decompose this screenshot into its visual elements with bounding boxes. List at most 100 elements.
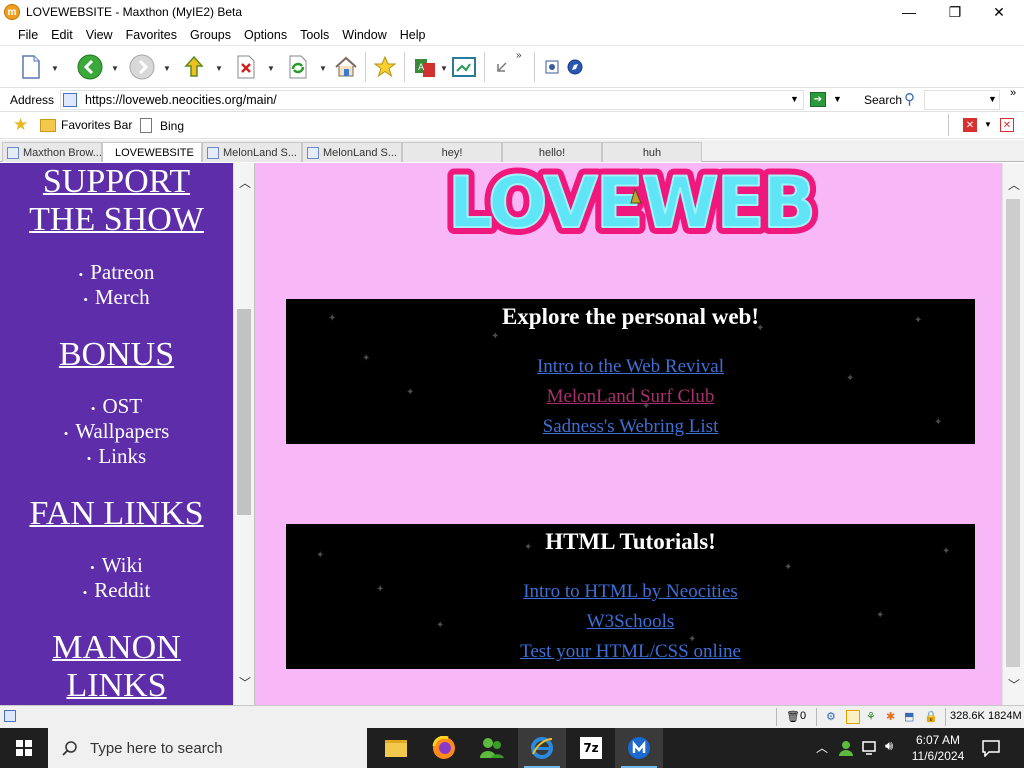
tab-melonland-1[interactable]: MelonLand S... (202, 142, 302, 162)
tab-melonland-2[interactable]: MelonLand S... (302, 142, 402, 162)
link-melonland-surf-club[interactable]: MelonLand Surf Club (286, 386, 975, 408)
fan-links-heading[interactable]: FAN LINKS (0, 495, 233, 533)
favorites-star-icon[interactable]: ★ (13, 115, 28, 135)
link-sadness-webring-list[interactable]: Sadness's Webring List (286, 416, 975, 438)
refresh-button[interactable] (286, 54, 310, 80)
taskbar-maxthon[interactable] (615, 728, 663, 768)
home-button[interactable] (333, 54, 359, 80)
sidebar-link-reddit[interactable]: Reddit (0, 578, 233, 605)
forward-button[interactable] (128, 54, 156, 80)
close-tab-icon[interactable]: ✕ (963, 118, 977, 132)
close-dropdown-icon[interactable]: ▼ (984, 120, 992, 129)
scroll-up-arrow-icon[interactable]: ︿ (1003, 173, 1024, 195)
sidebar-scrollbar[interactable]: ︿ ﹀ (233, 163, 255, 705)
start-button[interactable] (0, 728, 48, 768)
trash-icon[interactable]: 🗑 (786, 710, 800, 723)
screenshot-button[interactable] (544, 54, 560, 80)
download-icon[interactable]: ⬒ (904, 710, 914, 723)
minimize-all-button[interactable] (492, 54, 512, 80)
tab-hey[interactable]: hey! (402, 142, 502, 162)
scroll-down-arrow-icon[interactable]: ﹀ (1003, 673, 1024, 695)
menu-window[interactable]: Window (342, 28, 386, 42)
tab-maxthon-browser[interactable]: Maxthon Brow... (2, 142, 102, 162)
favorites-button[interactable] (372, 54, 398, 80)
volume-icon[interactable]: 🔊︎ (885, 738, 893, 754)
tab-huh[interactable]: huh (602, 142, 702, 162)
notifications-icon[interactable] (982, 739, 1000, 757)
support-heading-line-2[interactable]: THE SHOW (0, 201, 233, 239)
menu-file[interactable]: File (18, 28, 38, 42)
lock-icon[interactable]: 🔒 (924, 710, 938, 723)
sidebar-link-links[interactable]: Links (0, 444, 233, 471)
tray-overflow-icon[interactable]: ︿ (816, 739, 828, 756)
translate-button[interactable]: A (412, 54, 440, 80)
flash-icon[interactable]: ✱ (886, 710, 895, 723)
maximize-button[interactable]: ❐ (932, 0, 978, 24)
menu-groups[interactable]: Groups (190, 28, 231, 42)
ad-hunter-icon[interactable]: ⚘ (866, 710, 876, 723)
toolbar-overflow-icon[interactable]: » (516, 50, 522, 61)
menu-tools[interactable]: Tools (300, 28, 329, 42)
sidebar-link-patreon[interactable]: Patreon (0, 260, 233, 287)
manon-links-heading-line-2[interactable]: LINKS (0, 667, 233, 705)
menu-edit[interactable]: Edit (51, 28, 73, 42)
maxthon-button[interactable] (566, 54, 584, 80)
network-icon[interactable] (862, 740, 880, 756)
popup-filter-icon[interactable] (846, 710, 860, 724)
taskbar-people[interactable] (468, 728, 516, 768)
bonus-heading[interactable]: BONUS (0, 336, 233, 374)
system-clock[interactable]: 6:07 AM 11/6/2024 (905, 732, 971, 764)
main-scroll-thumb[interactable] (1006, 199, 1020, 667)
link-intro-html-neocities[interactable]: Intro to HTML by Neocities (286, 581, 975, 603)
link-w3schools[interactable]: W3Schools (286, 611, 975, 633)
sidebar-link-ost[interactable]: OST (0, 394, 233, 421)
scroll-up-arrow-icon[interactable]: ︿ (234, 171, 256, 193)
stop-dropdown-icon[interactable]: ▼ (267, 64, 275, 73)
sidebar-scroll-thumb[interactable] (237, 309, 251, 515)
back-dropdown-icon[interactable]: ▼ (111, 64, 119, 73)
sidebar-link-merch[interactable]: Merch (0, 285, 233, 312)
address-input[interactable]: https://loveweb.neocities.org/main/ (60, 90, 804, 110)
link-test-html-css-online[interactable]: Test your HTML/CSS online (286, 641, 975, 663)
favorites-bar-folder[interactable]: Favorites Bar (40, 118, 132, 132)
sidebar-link-wiki[interactable]: Wiki (0, 553, 233, 580)
menu-options[interactable]: Options (244, 28, 287, 42)
search-dropdown-icon[interactable]: ▼ (988, 94, 997, 104)
taskbar-file-explorer[interactable] (372, 728, 420, 768)
taskbar-firefox[interactable] (420, 728, 468, 768)
menu-view[interactable]: View (86, 28, 113, 42)
picture-button[interactable] (451, 54, 477, 80)
support-heading-line-1[interactable]: SUPPORT (0, 163, 233, 201)
minimize-button[interactable]: — (886, 0, 932, 24)
translate-dropdown-icon[interactable]: ▼ (440, 64, 448, 73)
favorite-bing[interactable]: Bing (140, 118, 184, 133)
tab-hello[interactable]: hello! (502, 142, 602, 162)
taskbar-search-box[interactable]: Type here to search (48, 728, 367, 768)
menu-favorites[interactable]: Favorites (126, 28, 177, 42)
main-scrollbar[interactable]: ︿ ﹀ (1002, 163, 1024, 705)
search-magnifier-icon[interactable]: ⚲ (904, 90, 915, 108)
maxthon-app-icon[interactable]: m (4, 4, 20, 20)
address-url[interactable]: https://loveweb.neocities.org/main/ (85, 93, 277, 107)
people-tray-icon[interactable] (838, 740, 854, 756)
taskbar-internet-explorer[interactable] (518, 728, 566, 768)
taskbar-7zip[interactable]: 7z (567, 728, 615, 768)
up-dropdown-icon[interactable]: ▼ (215, 64, 223, 73)
new-page-button[interactable] (18, 54, 44, 80)
proxy-icon[interactable]: ⚙ (826, 710, 836, 723)
sidebar-link-wallpapers[interactable]: Wallpapers (0, 419, 233, 446)
forward-dropdown-icon[interactable]: ▼ (163, 64, 171, 73)
tab-lovewebsite[interactable]: LOVEWEBSITE (102, 142, 202, 162)
manon-links-heading-line-1[interactable]: MANON (0, 629, 233, 667)
address-overflow-icon[interactable]: » (1010, 87, 1016, 99)
go-icon[interactable]: ➔ (810, 92, 826, 107)
scroll-down-arrow-icon[interactable]: ﹀ (234, 671, 256, 693)
link-intro-web-revival[interactable]: Intro to the Web Revival (286, 356, 975, 378)
refresh-dropdown-icon[interactable]: ▼ (319, 64, 327, 73)
up-button[interactable] (182, 54, 206, 80)
new-page-dropdown-icon[interactable]: ▼ (51, 64, 59, 73)
go-dropdown-icon[interactable]: ▼ (833, 94, 842, 104)
menu-help[interactable]: Help (400, 28, 426, 42)
address-dropdown-icon[interactable]: ▼ (790, 94, 799, 104)
back-button[interactable] (76, 54, 104, 80)
